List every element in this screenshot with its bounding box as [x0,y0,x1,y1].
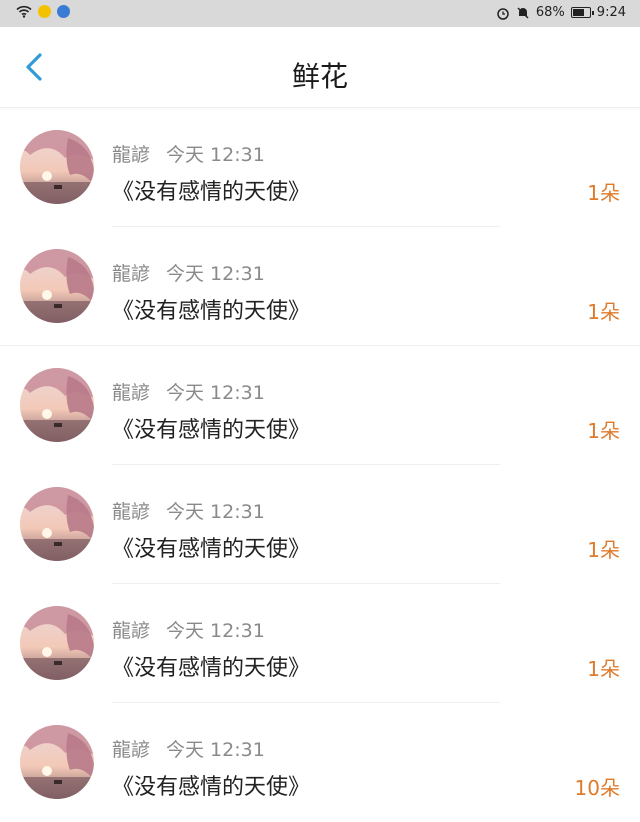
list-item[interactable]: 龍諺 今天 12:31 《没有感情的天使》 10朵 [0,703,640,822]
header: 鲜花 [0,27,640,108]
sender-name: 龍諺 [112,263,151,285]
mute-icon [517,6,529,19]
page-title: 鲜花 [291,60,348,93]
avatar[interactable] [20,130,94,204]
sender-name: 龍諺 [112,501,151,523]
sender-name: 龍諺 [112,382,151,404]
alarm-icon [497,7,509,20]
sender-name: 龍諺 [112,620,151,642]
flower-count: 1朵 [587,538,620,562]
status-bar-left [16,5,70,18]
status-bar: 68% 9:24 [0,0,640,27]
timestamp: 今天 12:31 [166,620,265,642]
avatar[interactable] [20,606,94,680]
item-meta: 龍諺 今天 12:31 [112,616,265,643]
list-item[interactable]: 龍諺 今天 12:31 《没有感情的天使》 1朵 [0,465,640,584]
item-meta: 龍諺 今天 12:31 [112,735,265,762]
timestamp: 今天 12:31 [166,382,265,404]
message-text: 《没有感情的天使》 [112,775,311,800]
message-text: 《没有感情的天使》 [112,180,311,205]
battery-percent: 68% [535,5,565,20]
message-text: 《没有感情的天使》 [112,656,311,681]
timestamp: 今天 12:31 [166,739,265,761]
item-meta: 龍諺 今天 12:31 [112,140,265,167]
item-meta: 龍諺 今天 12:31 [112,378,265,405]
avatar[interactable] [20,725,94,799]
clock: 9:24 [596,5,626,20]
item-meta: 龍諺 今天 12:31 [112,497,265,524]
list-item[interactable]: 龍諺 今天 12:31 《没有感情的天使》 1朵 [0,108,640,227]
message-text: 《没有感情的天使》 [112,418,311,443]
sender-name: 龍諺 [112,144,151,166]
list-item[interactable]: 龍諺 今天 12:31 《没有感情的天使》 1朵 [0,346,640,465]
timestamp: 今天 12:31 [166,501,265,523]
notification-app-icon-2 [57,5,70,18]
flower-list: 龍諺 今天 12:31 《没有感情的天使》 1朵 龍諺 今天 12:31 《没有感情… [0,108,640,822]
flower-count: 10朵 [574,776,620,800]
sender-name: 龍諺 [112,739,151,761]
flower-count: 1朵 [587,300,620,324]
notification-app-icon [38,5,51,18]
message-text: 《没有感情的天使》 [112,537,311,562]
flower-count: 1朵 [587,181,620,205]
status-bar-right: 68% 9:24 [496,5,626,20]
battery-icon [570,7,594,18]
item-meta: 龍諺 今天 12:31 [112,259,265,286]
timestamp: 今天 12:31 [166,144,265,166]
list-item[interactable]: 龍諺 今天 12:31 《没有感情的天使》 1朵 [0,227,640,346]
avatar[interactable] [20,487,94,561]
avatar[interactable] [20,249,94,323]
message-text: 《没有感情的天使》 [112,299,311,324]
list-item[interactable]: 龍諺 今天 12:31 《没有感情的天使》 1朵 [0,584,640,703]
timestamp: 今天 12:31 [166,263,265,285]
flower-count: 1朵 [587,419,620,443]
flower-count: 1朵 [587,657,620,681]
wifi-icon [16,5,32,18]
avatar[interactable] [20,368,94,442]
